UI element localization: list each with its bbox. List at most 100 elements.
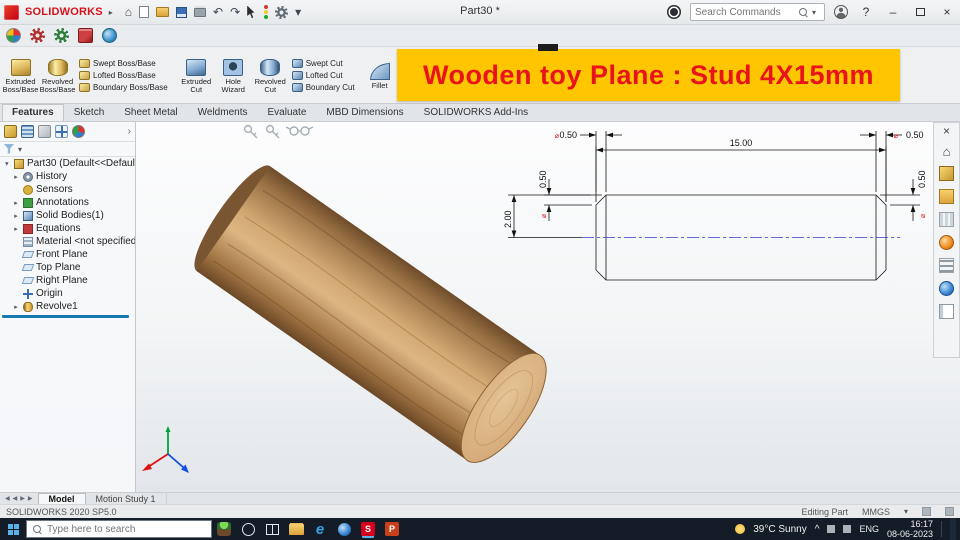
key-icon-2[interactable]	[267, 126, 274, 133]
solidworks-taskbar-icon[interactable]: S	[356, 518, 380, 540]
macro-tool-icon[interactable]	[78, 28, 93, 43]
dim-chamfer-top-right[interactable]: 0.50	[906, 130, 924, 140]
filter-funnel-icon[interactable]	[4, 144, 14, 154]
search-scope-icon[interactable]	[667, 5, 681, 19]
expand-arrow-icon[interactable]: ▸	[12, 212, 20, 220]
extruded-cut-button[interactable]: Extruded Cut	[178, 56, 215, 94]
new-document-icon[interactable]	[139, 6, 149, 18]
scroll-left-icon[interactable]: ◀	[5, 495, 10, 502]
tree-item-material[interactable]: Material <not specified>	[0, 235, 135, 248]
file-explorer-icon[interactable]	[284, 518, 308, 540]
user-account-icon[interactable]	[834, 5, 848, 19]
tree-root-part[interactable]: ▸ Part30 (Default<<Default>_Display	[0, 157, 135, 170]
tab-evaluate[interactable]: Evaluate	[257, 104, 316, 121]
expand-arrow-icon[interactable]: ▸	[12, 199, 20, 207]
close-icon[interactable]: ×	[943, 125, 950, 137]
tab-sheet-metal[interactable]: Sheet Metal	[114, 104, 187, 121]
tree-item-equations[interactable]: ▸ Equations	[0, 222, 135, 235]
clock[interactable]: 16:17 08-06-2023	[887, 519, 933, 539]
units-dropdown-icon[interactable]: ▾	[904, 507, 908, 516]
dimxpert-manager-icon[interactable]	[55, 125, 68, 138]
tab-model[interactable]: Model	[38, 493, 86, 505]
units-selector[interactable]: MMGS	[862, 507, 890, 517]
minimize-button[interactable]: –	[884, 5, 902, 19]
help-button[interactable]: ?	[857, 5, 875, 19]
resources-sphere-icon[interactable]	[6, 28, 21, 43]
search-dropdown-icon[interactable]: ▾	[812, 8, 816, 17]
scroll-right-icon[interactable]: ▶	[28, 495, 33, 502]
view-palette-icon[interactable]	[939, 212, 954, 227]
viewport-canvas[interactable]: 15.00 0.50 ⌀ 0.50 ⌀ 0.50 ⌀ 2.00 0.50 ⌀	[136, 122, 960, 492]
solidworks-forum-icon[interactable]	[939, 281, 954, 296]
close-button[interactable]: ×	[938, 5, 956, 19]
start-button[interactable]	[0, 518, 26, 540]
expand-arrow-icon[interactable]: ▸	[3, 160, 11, 168]
select-cursor-icon[interactable]	[247, 6, 257, 19]
powerpoint-icon[interactable]: P	[380, 518, 404, 540]
swept-boss-base-button[interactable]: Swept Boss/Base	[79, 59, 168, 68]
property-manager-icon[interactable]	[21, 125, 34, 138]
language-indicator[interactable]: ENG	[859, 524, 879, 534]
undo-icon[interactable]: ↶	[213, 4, 223, 20]
scroll-left-icon[interactable]: ◀	[13, 495, 18, 502]
open-document-icon[interactable]	[156, 7, 169, 17]
tree-item-front-plane[interactable]: Front Plane	[0, 248, 135, 261]
tray-expand-icon[interactable]: ^	[815, 524, 820, 535]
custom-properties-icon[interactable]	[939, 258, 954, 273]
search-highlight-plant-icon[interactable]	[212, 518, 236, 540]
dim-length[interactable]: 15.00	[730, 138, 753, 148]
rollback-bar[interactable]	[2, 315, 129, 318]
tray-icon[interactable]	[827, 525, 835, 533]
redo-icon[interactable]: ↷	[230, 4, 240, 20]
home-icon[interactable]: ⌂	[943, 145, 951, 158]
panel-collapse-icon[interactable]: ›	[128, 126, 131, 137]
tree-item-sensors[interactable]: Sensors	[0, 183, 135, 196]
boundary-boss-base-button[interactable]: Boundary Boss/Base	[79, 83, 168, 92]
cortana-icon[interactable]	[236, 518, 260, 540]
globe-icon[interactable]	[102, 28, 117, 43]
options-gear-icon[interactable]	[275, 6, 288, 19]
appearances-icon[interactable]	[939, 235, 954, 250]
search-icon[interactable]	[799, 8, 808, 17]
tab-features[interactable]: Features	[2, 104, 64, 121]
tree-item-annotations[interactable]: ▸ Annotations	[0, 196, 135, 209]
save-icon[interactable]	[176, 7, 187, 18]
maximize-button[interactable]	[911, 5, 929, 19]
lofted-boss-base-button[interactable]: Lofted Boss/Base	[79, 71, 168, 80]
hole-wizard-button[interactable]: Hole Wizard	[215, 56, 252, 94]
fillet-button[interactable]: Fillet	[365, 60, 395, 90]
notification-center-button[interactable]	[950, 518, 956, 540]
command-search-box[interactable]: ▾	[690, 3, 825, 21]
options-dropdown-icon[interactable]: ▾	[295, 4, 301, 20]
dim-chamfer-top-left[interactable]: 0.50	[559, 130, 577, 140]
key-icon[interactable]	[245, 126, 252, 133]
taskbar-search-input[interactable]	[47, 524, 197, 535]
revolved-boss-base-button[interactable]: Revolved Boss/Base	[39, 56, 76, 94]
tray-icon-2[interactable]	[843, 525, 851, 533]
status-icon-2[interactable]	[945, 507, 954, 516]
lofted-cut-button[interactable]: Lofted Cut	[292, 71, 355, 80]
dim-chamfer-right[interactable]: 0.50	[917, 170, 927, 188]
expand-arrow-icon[interactable]: ▸	[12, 225, 20, 233]
task-view-icon[interactable]	[260, 518, 284, 540]
dim-chamfer-left[interactable]: 0.50	[538, 170, 548, 188]
macro-gear-red-icon[interactable]	[30, 28, 45, 43]
browser-app-icon[interactable]	[332, 518, 356, 540]
tree-item-solid-bodies[interactable]: ▸ Solid Bodies(1)	[0, 209, 135, 222]
macro-gear-green-icon[interactable]	[54, 28, 69, 43]
rebuild-traffic-light-icon[interactable]	[264, 5, 268, 19]
edge-icon[interactable]: e	[308, 518, 332, 540]
tab-solidworks-add-ins[interactable]: SOLIDWORKS Add-Ins	[414, 104, 538, 121]
extruded-boss-base-button[interactable]: Extruded Boss/Base	[2, 56, 39, 94]
swept-cut-button[interactable]: Swept Cut	[292, 59, 355, 68]
dim-radius[interactable]: 2.00	[503, 210, 513, 228]
tab-motion-study-1[interactable]: Motion Study 1	[86, 493, 167, 505]
display-manager-icon[interactable]	[72, 125, 85, 138]
print-icon[interactable]	[194, 8, 206, 17]
tab-mbd-dimensions[interactable]: MBD Dimensions	[316, 104, 413, 121]
expand-arrow-icon[interactable]: ▸	[12, 303, 20, 311]
revolved-cut-button[interactable]: Revolved Cut	[252, 56, 289, 94]
tab-sketch[interactable]: Sketch	[64, 104, 115, 121]
featuremanager-tree-icon[interactable]	[4, 125, 17, 138]
taskbar-search-box[interactable]	[26, 520, 212, 538]
